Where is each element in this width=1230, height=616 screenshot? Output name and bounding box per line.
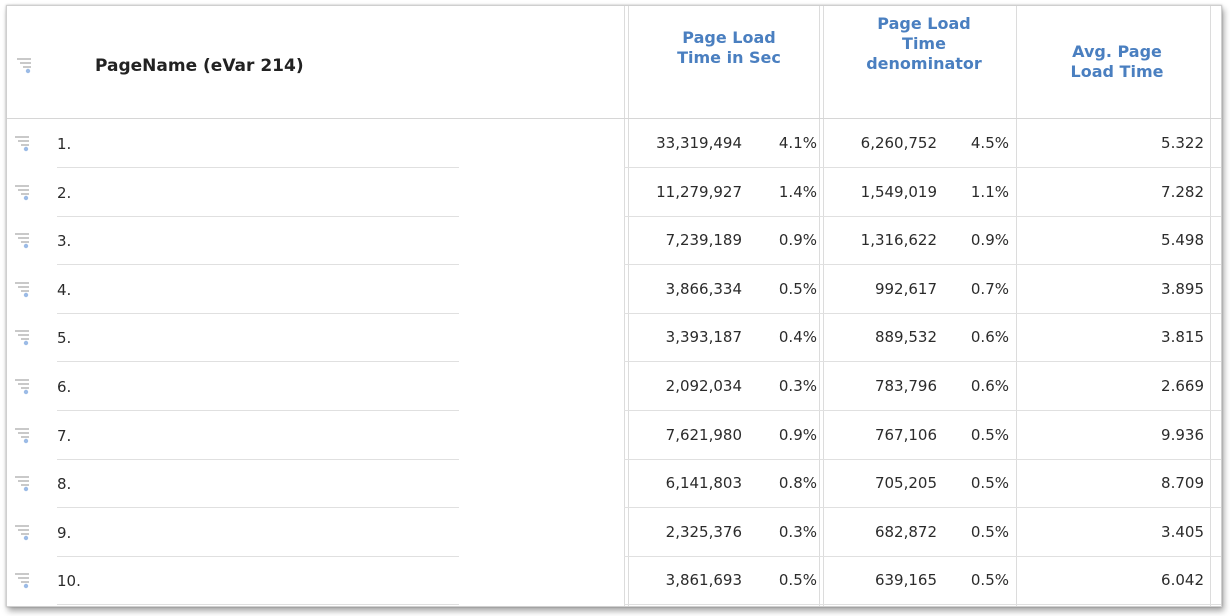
row-rank: 8.: [57, 475, 72, 494]
avg-page-load-time-value: 8.709: [1161, 474, 1204, 493]
table-row[interactable]: 9. 2,325,376 0.3% 682,872 0.5% 3.405: [7, 508, 1221, 557]
page-load-time-value: 3,393,187: [665, 328, 742, 347]
denominator-value: 889,532: [874, 328, 937, 347]
page-load-time-value: 3,861,693: [665, 571, 742, 590]
page-load-time-value: 11,279,927: [656, 182, 742, 201]
avg-page-load-time-value: 3.815: [1161, 328, 1204, 347]
denominator-value: 767,106: [874, 425, 937, 444]
table-row[interactable]: 3. 7,239,189 0.9% 1,316,622 0.9% 5.498: [7, 216, 1221, 266]
breakdown-icon[interactable]: [14, 426, 32, 444]
denominator-percent: 4.5%: [970, 134, 1009, 152]
metric-header-line: denominator: [866, 54, 982, 73]
row-rank: 9.: [57, 523, 72, 542]
breakdown-icon[interactable]: [14, 183, 32, 201]
avg-page-load-time-value: 7.282: [1161, 182, 1204, 201]
table-row[interactable]: 7. 7,621,980 0.9% 767,106 0.5% 9.936: [7, 411, 1221, 460]
denominator-value: 682,872: [874, 522, 937, 541]
denominator-percent: 0.7%: [970, 279, 1009, 298]
breakdown-icon[interactable]: [14, 134, 32, 152]
row-rank: 4.: [57, 280, 72, 299]
avg-page-load-time-value: 5.322: [1161, 134, 1204, 152]
table-row[interactable]: 2. 11,279,927 1.4% 1,549,019 1.1% 7.282: [7, 168, 1221, 217]
denominator-value: 705,205: [874, 474, 937, 493]
denominator-percent: 0.5%: [970, 522, 1009, 541]
page-load-time-value: 7,621,980: [665, 425, 742, 444]
denominator-value: 783,796: [874, 377, 937, 395]
denominator-percent: 0.9%: [970, 231, 1009, 250]
breakdown-icon[interactable]: [14, 231, 32, 249]
page-load-time-percent: 0.4%: [778, 328, 817, 347]
page-load-time-value: 6,141,803: [665, 474, 742, 493]
breakdown-icon[interactable]: [14, 377, 32, 395]
page-load-time-percent: 0.8%: [778, 474, 817, 493]
table-row[interactable]: 6. 2,092,034 0.3% 783,796 0.6% 2.669: [7, 362, 1221, 411]
page-load-time-value: 2,325,376: [665, 522, 742, 541]
table-row[interactable]: 1. 33,319,494 4.1% 6,260,752 4.5% 5.322: [7, 119, 1221, 168]
breakdown-icon[interactable]: [14, 280, 32, 298]
page-load-time-percent: 0.5%: [778, 279, 817, 298]
breakdown-icon[interactable]: [14, 571, 32, 589]
table-row[interactable]: 4. 3,866,334 0.5% 992,617 0.7% 3.895: [7, 265, 1221, 314]
metric-header-line: Page Load: [877, 14, 971, 33]
freeform-table: PageName (eVar 214) Page Load Time in Se…: [6, 5, 1222, 607]
avg-page-load-time-value: 9.936: [1161, 425, 1204, 444]
avg-page-load-time-value: 5.498: [1161, 231, 1204, 250]
page-load-time-percent: 0.9%: [778, 231, 817, 250]
breakdown-icon[interactable]: [16, 56, 34, 74]
denominator-percent: 0.5%: [970, 571, 1009, 590]
page-load-time-percent: 4.1%: [778, 134, 817, 152]
page-load-time-percent: 0.3%: [778, 522, 817, 541]
row-rank: 6.: [57, 378, 72, 396]
metric-header-line: Time in Sec: [677, 48, 781, 67]
denominator-percent: 1.1%: [970, 182, 1009, 201]
row-rank: 7.: [57, 426, 72, 445]
metric-header-line: Load Time: [1070, 62, 1164, 81]
page-load-time-value: 33,319,494: [656, 134, 742, 152]
breakdown-icon[interactable]: [14, 523, 32, 541]
page-load-time-value: 7,239,189: [665, 231, 742, 250]
avg-page-load-time-value: 3.405: [1161, 522, 1204, 541]
denominator-percent: 0.6%: [970, 377, 1009, 395]
page-load-time-value: 2,092,034: [665, 377, 742, 395]
metric-header-line: Time: [902, 34, 946, 53]
page-load-time-percent: 0.3%: [778, 377, 817, 395]
row-rank: 3.: [57, 232, 72, 251]
metric-header-avg-page-load-time[interactable]: Avg. Page Load Time: [1055, 42, 1179, 82]
table-row[interactable]: 5. 3,393,187 0.4% 889,532 0.6% 3.815: [7, 313, 1221, 363]
denominator-value: 1,316,622: [860, 231, 937, 250]
table-row[interactable]: 10. 3,861,693 0.5% 639,165 0.5% 6.042: [7, 556, 1221, 606]
denominator-value: 1,549,019: [860, 182, 937, 201]
dimension-header[interactable]: PageName (eVar 214): [95, 56, 304, 76]
row-rank: 2.: [57, 183, 72, 202]
avg-page-load-time-value: 2.669: [1161, 377, 1204, 395]
page-load-time-percent: 0.5%: [778, 571, 817, 590]
page-load-time-percent: 1.4%: [778, 182, 817, 201]
row-rank: 5.: [57, 329, 72, 348]
denominator-percent: 0.5%: [970, 474, 1009, 493]
page-load-time-value: 3,866,334: [665, 279, 742, 298]
metric-header-line: Page Load: [682, 28, 776, 47]
denominator-value: 992,617: [874, 279, 937, 298]
denominator-percent: 0.5%: [970, 425, 1009, 444]
metric-header-line: Avg. Page: [1072, 42, 1162, 61]
metric-header-page-load-time-in-sec[interactable]: Page Load Time in Sec: [667, 28, 791, 68]
metric-header-page-load-time-denominator[interactable]: Page Load Time denominator: [862, 14, 986, 74]
breakdown-icon[interactable]: [14, 474, 32, 492]
avg-page-load-time-value: 6.042: [1161, 571, 1204, 590]
denominator-percent: 0.6%: [970, 328, 1009, 347]
row-rank: 10.: [57, 572, 81, 591]
denominator-value: 639,165: [874, 571, 937, 590]
avg-page-load-time-value: 3.895: [1161, 279, 1204, 298]
row-rank: 1.: [57, 135, 72, 153]
denominator-value: 6,260,752: [860, 134, 937, 152]
table-row[interactable]: 8. 6,141,803 0.8% 705,205 0.5% 8.709: [7, 459, 1221, 509]
page-load-time-percent: 0.9%: [778, 425, 817, 444]
table-header: PageName (eVar 214) Page Load Time in Se…: [7, 6, 1221, 119]
row-divider: [624, 604, 1221, 606]
breakdown-icon[interactable]: [14, 328, 32, 346]
row-divider: [57, 604, 459, 606]
